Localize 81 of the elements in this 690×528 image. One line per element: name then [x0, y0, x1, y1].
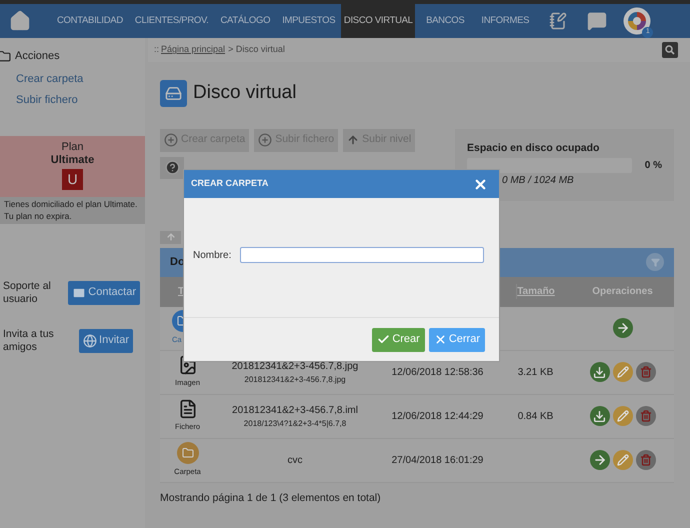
close-icon[interactable] [473, 176, 488, 192]
file-name: 201812341&2+3-456.7,8.iml [232, 404, 358, 418]
trash-icon [640, 454, 652, 466]
download-icon [593, 410, 606, 422]
help-button[interactable] [160, 156, 184, 178]
trash-icon [640, 366, 652, 378]
name-input-field[interactable] [240, 247, 484, 263]
file-size: 0.84 KB [518, 410, 554, 424]
delete-button[interactable] [636, 362, 656, 382]
close-button[interactable]: Cerrar [428, 328, 485, 352]
column-header: Operaciones [592, 285, 653, 299]
create-button[interactable]: Crear [372, 328, 425, 352]
notes-icon[interactable] [549, 12, 568, 30]
file-name: 201812341&2+3-456.7,8.jpg [232, 360, 358, 374]
file-name: cvc [288, 454, 302, 468]
dialog-title: CREAR CARPETA [191, 177, 268, 190]
check-icon [377, 333, 390, 346]
file-size: 3.21 KB [518, 366, 554, 380]
section-title: Acciones [15, 49, 60, 64]
breadcrumb-current: > Disco virtual [228, 43, 285, 56]
disk-usage-amount: 0 MB / 1024 MB [502, 174, 575, 188]
plus-circle-icon [258, 133, 272, 147]
pencil-icon [616, 366, 628, 378]
page-title: Disco virtual [193, 81, 296, 105]
search-button[interactable] [662, 42, 678, 58]
folder-icon [176, 442, 198, 464]
arrow-up-icon [166, 232, 176, 242]
globe-icon [83, 334, 98, 348]
modified-date: 12/06/2018 12:44:29 [392, 410, 484, 424]
nav-tab[interactable]: INFORMES [475, 4, 536, 38]
edit-button[interactable] [612, 450, 632, 470]
download-button[interactable] [590, 406, 610, 426]
home-icon[interactable] [9, 10, 31, 32]
breadcrumb-prefix: :: [154, 43, 160, 56]
plan-letter-icon: U [62, 168, 83, 190]
plan-label: Plan [61, 140, 84, 154]
nav-tab[interactable]: BANCOS [415, 4, 476, 38]
plus-circle-icon [164, 133, 178, 147]
open-button[interactable] [612, 318, 632, 338]
pencil-icon [616, 454, 628, 466]
file-path: 201812341&2+3-456.7,8.jpg [244, 374, 346, 386]
plan-note: Tienes domiciliado el plan Ultimate. Tu plan no expira. [4, 198, 138, 222]
file-path: 2018/123\4?1&2+3-4*5|6.7,8 [244, 418, 346, 430]
disk-usage-percent: 0 % [644, 159, 662, 174]
disk-usage-title: Espacio en disco ocupado [467, 140, 600, 156]
nav-tab[interactable]: CLIENTES/PROV. [128, 4, 214, 38]
delete-button[interactable] [636, 406, 656, 426]
breadcrumb-link[interactable]: Página principal [161, 43, 226, 57]
field-label: Nombre: [193, 248, 232, 262]
nav-tab[interactable]: DISCO VIRTUAL [341, 4, 416, 38]
pencil-icon [616, 410, 628, 422]
invite-button[interactable]: Invitar [79, 328, 133, 352]
trash-icon [640, 410, 652, 422]
filter-icon [650, 258, 660, 266]
edit-button[interactable] [612, 406, 632, 426]
folder-icon [0, 50, 11, 63]
plan-name: Ultimate [50, 154, 94, 166]
arrow-right-icon [592, 453, 606, 467]
arrow-up-icon [347, 134, 360, 146]
sidebar-link[interactable]: Crear carpeta [16, 70, 145, 87]
x-icon [434, 333, 447, 346]
modified-date: 27/04/2018 16:01:29 [392, 454, 484, 468]
download-button[interactable] [590, 362, 610, 382]
pagination-info: Mostrando página 1 de 1 (3 elementos en total) [160, 490, 382, 506]
modified-date: 12/06/2018 12:58:36 [392, 366, 484, 380]
delete-button[interactable] [636, 450, 656, 470]
contact-button[interactable]: Contactar [68, 280, 140, 304]
support-text: Soporte al usuario [3, 280, 52, 306]
logo-avatar-icon[interactable] [623, 7, 652, 35]
nav-tab[interactable]: CATÁLOGO [214, 4, 276, 38]
open-button[interactable] [590, 450, 610, 470]
invite-text: Invita a tus amigos [3, 328, 55, 354]
arrow-right-icon [616, 321, 630, 335]
download-icon [593, 366, 606, 378]
column-header[interactable]: Tamaño [516, 284, 555, 299]
sidebar-link[interactable]: Subir fichero [16, 92, 145, 108]
nav-tab[interactable]: IMPUESTOS [276, 4, 342, 38]
question-icon [164, 160, 180, 175]
file-icon [178, 399, 198, 420]
edit-button[interactable] [612, 362, 632, 382]
nav-tab[interactable]: CONTABILIDAD [51, 4, 129, 38]
